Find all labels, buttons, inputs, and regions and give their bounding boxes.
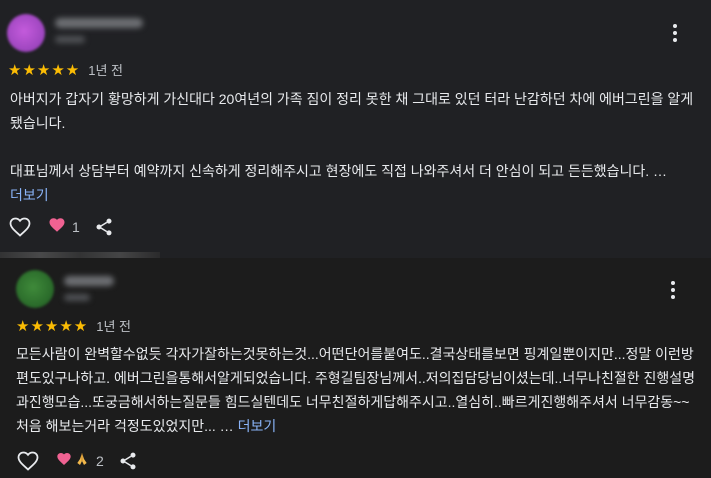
like-icon[interactable]	[8, 214, 34, 240]
review-paragraph-text: 모든사람이 완벽할수없듯 각자가잘하는것못하는것...어떤단어를붙여도..결국상…	[16, 346, 696, 434]
rating-row: ★★★★★ 1년 전	[8, 60, 123, 79]
share-icon[interactable]	[94, 216, 116, 238]
reviewer-meta-blurred	[64, 294, 90, 301]
rating-row: ★★★★★ 1년 전	[16, 316, 131, 335]
reactions-summary[interactable]: 2	[56, 451, 104, 472]
star-rating: ★★★★★	[16, 317, 89, 335]
reviewer-meta-blurred	[55, 36, 85, 43]
review-actions: 1	[8, 214, 116, 240]
review-text: 모든사람이 완벽할수없듯 각자가잘하는것못하는것...어떤단어를붙여도..결국상…	[16, 342, 696, 438]
review-card: ★★★★★ 1년 전 아버지가 갑자기 황망하게 가신대다 20여년의 가족 짐…	[0, 0, 711, 258]
star-rating: ★★★★★	[8, 61, 81, 79]
reaction-count: 1	[72, 219, 80, 235]
review-time: 1년 전	[96, 319, 132, 334]
more-options-icon[interactable]	[663, 21, 687, 45]
praying-hands-reaction-icon	[74, 451, 90, 472]
review-text: 아버지가 갑자기 황망하게 가신대다 20여년의 가족 짐이 정리 못한 채 그…	[10, 87, 696, 207]
review-paragraph: 아버지가 갑자기 황망하게 가신대다 20여년의 가족 짐이 정리 못한 채 그…	[10, 91, 694, 131]
reviewer-name-blurred[interactable]	[55, 18, 143, 28]
review-paragraph-text: 대표님께서 상담부터 예약까지 신속하게 정리해주시고 현장에도 직접 나와주셔…	[10, 163, 668, 179]
share-icon[interactable]	[118, 450, 140, 472]
read-more-link[interactable]: 더보기	[238, 418, 277, 434]
review-actions: 2	[16, 448, 140, 474]
reviewer-name-blurred[interactable]	[64, 276, 114, 286]
read-more-link[interactable]: 더보기	[10, 187, 49, 203]
reaction-count: 2	[96, 453, 104, 469]
like-icon[interactable]	[16, 448, 42, 474]
avatar[interactable]	[16, 270, 54, 308]
heart-reaction-icon	[56, 451, 72, 472]
review-card: ★★★★★ 1년 전 모든사람이 완벽할수없듯 각자가잘하는것못하는것...어떤…	[0, 258, 711, 478]
more-options-icon[interactable]	[661, 278, 685, 302]
reactions-summary[interactable]: 1	[48, 216, 80, 239]
avatar[interactable]	[7, 14, 45, 52]
review-time: 1년 전	[88, 63, 124, 78]
heart-reaction-icon	[48, 216, 66, 239]
review-paragraph: 대표님께서 상담부터 예약까지 신속하게 정리해주시고 현장에도 직접 나와주셔…	[10, 159, 696, 207]
